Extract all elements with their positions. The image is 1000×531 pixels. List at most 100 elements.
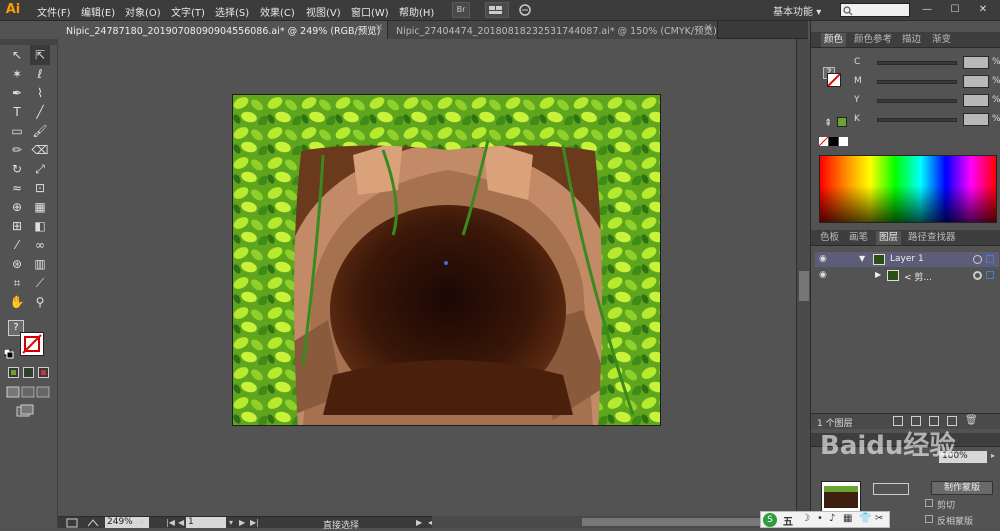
expand-layer-icon[interactable]: ▼ [859,254,865,263]
page-number-input[interactable]: 1 [186,517,226,528]
rotate-tool[interactable]: ↻ [7,159,27,179]
rectangle-tool[interactable]: ▭ [7,121,27,141]
perspective-grid-tool[interactable]: ▦ [30,197,50,217]
last-page-icon[interactable]: ▶| [250,518,259,527]
menu-window[interactable]: 窗口(W) [351,4,389,19]
invert-mask-checkbox[interactable] [925,515,933,523]
pen-tool[interactable]: ✒ [7,83,27,103]
curvature-tool[interactable]: ⌇ [30,83,50,103]
artboard[interactable] [232,94,661,426]
out-of-gamut-icon[interactable]: ⇞ [824,118,832,129]
layer-name[interactable]: Layer 1 [890,254,924,264]
tab-color-guide[interactable]: 颜色参考 [851,33,895,47]
gradient-mode-button[interactable] [23,367,34,378]
tab-layers[interactable]: 图层 [876,231,902,245]
menu-view[interactable]: 视图(V) [306,4,341,19]
maximize-button[interactable]: ☐ [944,2,966,18]
clip-checkbox[interactable] [925,499,933,507]
line-tool[interactable]: ╱ [30,102,50,122]
cyan-slider[interactable] [877,61,957,65]
scrollbar-thumb[interactable] [582,518,762,526]
menu-edit[interactable]: 编辑(E) [81,4,115,19]
artboard-tool[interactable]: ⌗ [7,273,27,293]
artboard-nav-icon[interactable] [66,518,80,528]
magic-wand-tool[interactable]: ✶ [7,64,27,84]
tools-icon[interactable]: ✂ [875,513,883,524]
tab-stroke[interactable]: 描边 [899,33,924,47]
pencil-tool[interactable]: ✏ [7,140,27,160]
export-icon[interactable] [86,518,100,528]
eraser-tool[interactable]: ⌫ [30,140,50,160]
sogou-logo-icon[interactable]: S [763,513,777,527]
menu-effect[interactable]: 效果(C) [260,4,295,19]
yellow-slider[interactable] [877,99,957,103]
free-transform-tool[interactable]: ⊡ [30,178,50,198]
none-mode-button[interactable] [38,367,49,378]
stroke-swatch[interactable] [20,332,44,356]
mesh-tool[interactable]: ⊞ [7,216,27,236]
sublayer-name[interactable]: < 剪... [904,270,932,283]
magenta-slider[interactable] [877,80,957,84]
target-circle-icon[interactable] [973,271,982,280]
menu-select[interactable]: 选择(S) [215,4,249,19]
color-spectrum[interactable] [819,155,997,223]
ime-mode-label[interactable]: 五 [783,513,793,528]
slice-tool[interactable]: ⟋ [30,273,50,293]
drawing-modes[interactable] [6,386,52,398]
mask-thumbnail-placeholder[interactable] [873,483,909,495]
object-thumbnail[interactable] [821,481,861,513]
menu-file[interactable]: 文件(F) [37,4,71,19]
workspace-switcher[interactable]: 基本功能 ▾ [773,3,821,18]
eyedropper-tool[interactable]: ⁄ [7,235,27,255]
gpu-performance-button[interactable] [516,2,536,18]
make-mask-button[interactable]: 制作蒙版 [931,481,993,495]
scale-tool[interactable]: ⤢ [30,159,50,179]
lasso-tool[interactable]: ℓ [30,64,50,84]
scrollbar-thumb[interactable] [799,271,809,301]
black-slider[interactable] [877,118,957,122]
bridge-button[interactable]: Br [452,2,470,18]
chevron-down-icon[interactable]: ▾ [229,518,233,527]
eye-icon[interactable]: ◉ [819,271,831,280]
punctuation-icon[interactable]: • [817,513,823,524]
last-color-swatch[interactable] [837,117,847,127]
tab-swatches[interactable]: 色板 [817,231,842,245]
cyan-value-field[interactable] [963,56,989,69]
horizontal-scrollbar[interactable] [432,516,810,528]
previous-page-icon[interactable]: ◀ [178,518,184,527]
skin-icon[interactable]: 👕 [859,513,871,524]
symbol-sprayer-tool[interactable]: ⊛ [7,254,27,274]
default-colors-icon[interactable] [3,348,14,359]
close-tab-icon[interactable]: × [375,22,383,33]
menu-help[interactable]: 帮助(H) [399,4,434,19]
selection-square-icon[interactable] [986,271,994,279]
yellow-value-field[interactable] [963,94,989,107]
search-input[interactable] [840,3,910,17]
gradient-tool[interactable]: ◧ [30,216,50,236]
next-page-icon[interactable]: ▶ [239,518,245,527]
tab-document-2[interactable]: Nipic_27404474_20180818232531744087.ai* … [388,21,718,39]
tab-gradient[interactable]: 渐变 [929,33,954,47]
shape-builder-tool[interactable]: ⊕ [7,197,27,217]
status-menu-icon[interactable]: ▶ [416,518,422,527]
menu-object[interactable]: 对象(O) [125,4,161,19]
target-circle-icon[interactable] [973,255,982,264]
menu-type[interactable]: 文字(T) [171,4,205,19]
selection-tool[interactable]: ↖ [7,45,27,65]
vertical-scrollbar[interactable] [796,39,810,516]
tab-pathfinder[interactable]: 路径查找器 [905,231,959,245]
zoom-tool[interactable]: ⚲ [30,292,50,312]
close-window-button[interactable]: ✕ [972,2,994,18]
quick-swatches[interactable] [818,136,849,147]
hand-tool[interactable]: ✋ [7,292,27,312]
sublayer-row[interactable]: ◉ ▶ < 剪... [815,268,999,283]
selection-square-icon[interactable] [986,255,994,263]
expand-sublayer-icon[interactable]: ▶ [875,270,881,279]
blend-tool[interactable]: ∞ [30,235,50,255]
eye-icon[interactable]: ◉ [819,255,831,264]
keyboard-icon[interactable]: ▦ [843,513,852,524]
magenta-value-field[interactable] [963,75,989,88]
tab-document-1[interactable]: Nipic_24787180_20190708090904556086.ai* … [58,21,388,39]
black-value-field[interactable] [963,113,989,126]
layer-row[interactable]: ◉ ▼ Layer 1 [815,252,999,267]
